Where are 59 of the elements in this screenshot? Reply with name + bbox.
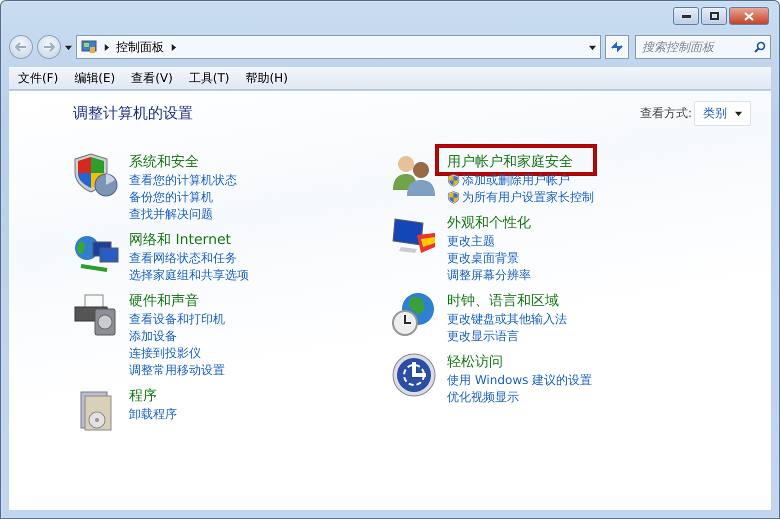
task-link[interactable]: 添加设备	[129, 328, 177, 345]
search-box[interactable]: 搜索控制面板	[635, 35, 771, 59]
breadcrumb-item[interactable]: 控制面板	[116, 38, 164, 56]
task-link[interactable]: 查找并解决问题	[129, 206, 213, 223]
task-link[interactable]: 调整常用移动设置	[129, 362, 225, 379]
search-icon	[754, 41, 766, 53]
page-heading: 调整计算机的设置	[73, 104, 193, 123]
search-field[interactable]: 搜索控制面板	[640, 39, 754, 55]
close-icon	[744, 12, 754, 20]
menu-item[interactable]: 帮助(H)	[238, 68, 295, 88]
globe-clock-icon	[391, 291, 437, 337]
address-dropdown-icon	[589, 44, 596, 50]
category-link[interactable]: 外观和个性化	[447, 213, 531, 233]
refresh-button[interactable]	[605, 35, 629, 59]
accessibility-icon	[391, 352, 437, 398]
history-dropdown-icon	[65, 44, 72, 50]
close-button[interactable]	[729, 7, 769, 25]
view-by-dropdown[interactable]: 类别	[694, 101, 751, 126]
task-link[interactable]: 查看设备和打印机	[129, 311, 225, 328]
category-link[interactable]: 系统和安全	[129, 152, 199, 172]
back-arrow-icon	[15, 42, 27, 52]
menu-item[interactable]: 工具(T)	[182, 68, 236, 88]
task-link[interactable]: 查看您的计算机状态	[129, 172, 237, 189]
task-link[interactable]: 为所有用户设置家长控制	[447, 189, 594, 206]
task-link[interactable]: 使用 Windows 建议的设置	[447, 372, 592, 389]
shield-chart-icon	[73, 152, 119, 198]
task-link[interactable]: 更改显示语言	[447, 328, 519, 345]
task-link[interactable]: 更改键盘或其他输入法	[447, 311, 567, 328]
shield-icon	[447, 174, 460, 187]
task-link[interactable]: 连接到投影仪	[129, 345, 201, 362]
menu-item[interactable]: 编辑(E)	[67, 68, 122, 88]
minimize-icon	[682, 14, 690, 18]
menu-item[interactable]: 文件(F)	[11, 68, 66, 88]
breadcrumb-arrow-icon	[103, 44, 110, 50]
category-link[interactable]: 程序	[129, 386, 157, 406]
menu-item[interactable]: 查看(V)	[124, 68, 180, 88]
category-link[interactable]: 轻松访问	[447, 352, 503, 372]
minimize-button[interactable]	[673, 7, 699, 25]
task-link[interactable]: 查看网络状态和任务	[129, 250, 237, 267]
refresh-arrows-icon	[610, 40, 624, 54]
task-link[interactable]: 调整屏幕分辨率	[447, 267, 531, 284]
forward-arrow-icon	[43, 42, 55, 52]
shield-icon	[447, 191, 460, 204]
maximize-icon	[710, 12, 718, 20]
view-by-label: 查看方式:	[640, 105, 692, 122]
category-link[interactable]: 硬件和声音	[129, 291, 199, 311]
breadcrumb-arrow-icon	[170, 44, 177, 50]
task-link[interactable]: 优化视频显示	[447, 389, 519, 406]
category-link[interactable]: 网络和 Internet	[129, 230, 232, 250]
category-link[interactable]: 时钟、语言和区域	[447, 291, 559, 311]
maximize-button[interactable]	[701, 7, 727, 25]
control-panel-icon	[81, 40, 97, 54]
task-link[interactable]: 备份您的计算机	[129, 189, 213, 206]
caret-icon	[735, 110, 742, 117]
task-link[interactable]: 选择家庭组和共享选项	[129, 267, 249, 284]
address-bar[interactable]: 控制面板	[76, 35, 601, 59]
task-link[interactable]: 卸载程序	[129, 406, 177, 423]
task-link[interactable]: 更改桌面背景	[447, 250, 519, 267]
task-link[interactable]: 更改主题	[447, 233, 495, 250]
